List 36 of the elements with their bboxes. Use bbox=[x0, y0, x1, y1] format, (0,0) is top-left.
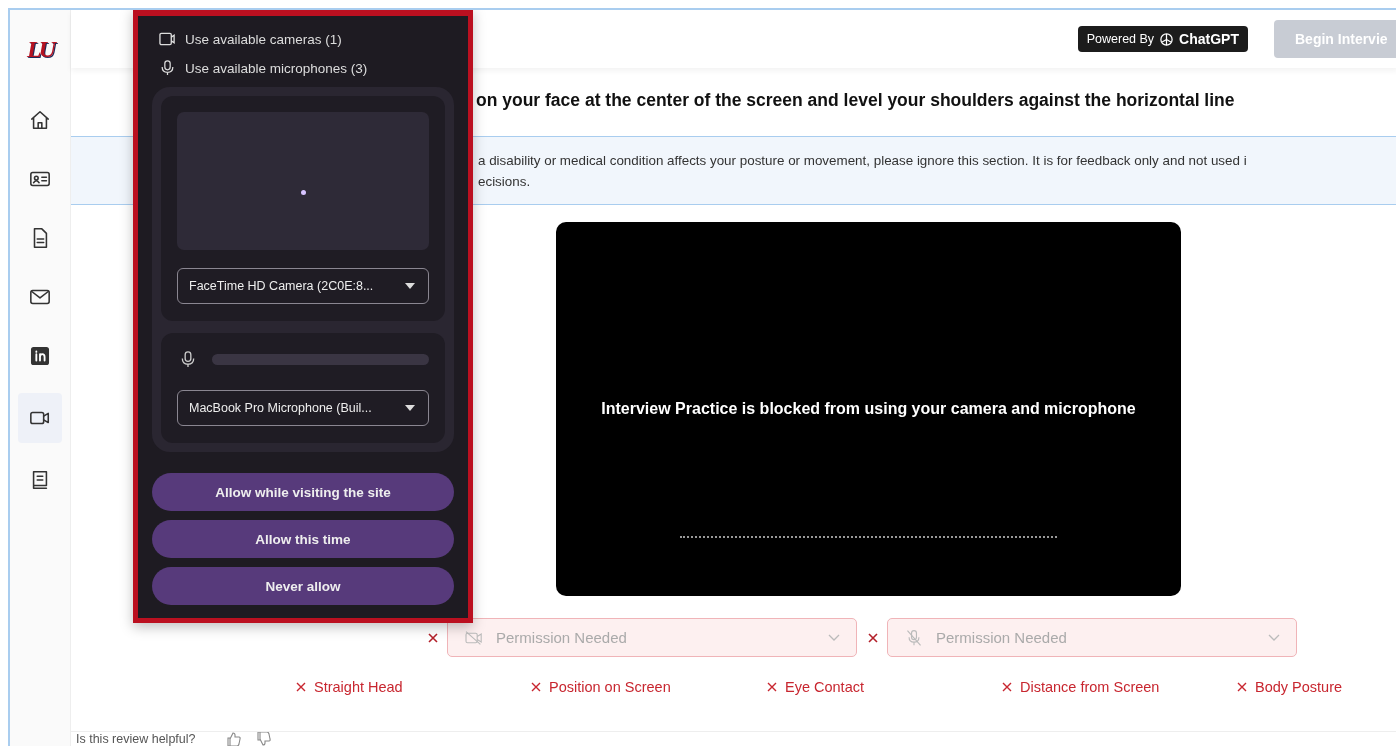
criterion-label: Straight Head bbox=[314, 679, 403, 696]
permission-placeholder: Permission Needed bbox=[936, 629, 1068, 647]
instruction-heading: on your face at the center of the screen and level your shoulders against the horizontal line bbox=[476, 90, 1236, 111]
criterion-label: Body Posture bbox=[1255, 679, 1343, 696]
criterion-label: Distance from Screen bbox=[1020, 679, 1160, 696]
criterion-label: Eye Contact bbox=[785, 679, 864, 696]
microphone-permission-text: Use available microphones (3) bbox=[185, 60, 368, 76]
home-icon bbox=[29, 109, 51, 131]
video-blocked-message: Interview Practice is blocked from using your camera and microphone bbox=[601, 400, 1136, 418]
dropdown-arrow-icon bbox=[405, 283, 415, 289]
dropdown-arrow-icon bbox=[405, 405, 415, 411]
permission-button[interactable]: Allow this time bbox=[152, 520, 454, 558]
camera-select[interactable]: FaceTime HD Camera (2C0E:8... bbox=[177, 268, 429, 304]
chevron-down-icon bbox=[828, 633, 840, 642]
video-camera-icon bbox=[159, 32, 176, 46]
thumbs-up-icon[interactable] bbox=[225, 732, 242, 746]
microphone-icon bbox=[181, 351, 195, 368]
logo: LU bbox=[27, 35, 53, 64]
thumbs-down-icon[interactable] bbox=[255, 732, 272, 746]
microphone-icon bbox=[159, 60, 176, 76]
camera-permission-text: Use available cameras (1) bbox=[185, 31, 342, 47]
criterion-label: Position on Screen bbox=[549, 679, 671, 696]
brand-name: ChatGPT bbox=[1179, 31, 1239, 47]
feedback-question: Is this review helpful? bbox=[76, 732, 196, 746]
powered-by-label: Powered By bbox=[1086, 32, 1155, 46]
permission-placeholder: Permission Needed bbox=[496, 629, 628, 647]
chevron-down-icon bbox=[1268, 633, 1280, 642]
notice-text: a disability or medical condition affects your posture or movement, please ignore this section. It is for feedback only and not used i ecisions. bbox=[478, 152, 1248, 191]
microphone-off-icon bbox=[904, 628, 924, 647]
linkedin-icon bbox=[29, 345, 51, 367]
permission-button[interactable]: Allow while visiting the site bbox=[152, 473, 454, 511]
camera-off-icon bbox=[464, 629, 484, 646]
sidebar-item[interactable] bbox=[18, 393, 62, 443]
permission-button[interactable]: Never allow bbox=[152, 567, 454, 605]
loading-dot-icon bbox=[300, 190, 306, 195]
microphone-select[interactable]: MacBook Pro Microphone (Buil... bbox=[177, 390, 429, 426]
